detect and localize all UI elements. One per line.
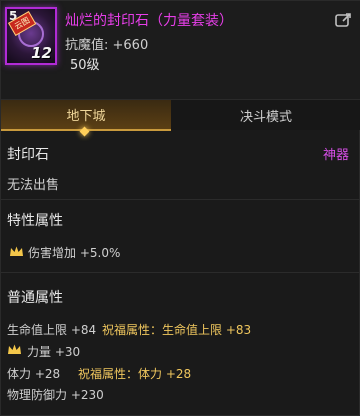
normal-attribute-line: 物理防御力 +230 <box>7 388 104 402</box>
normal-attribute-line: 力量 +30 <box>27 345 81 359</box>
item-icon: 5 云图 12 <box>5 7 57 65</box>
item-rarity: 神器 <box>322 148 349 163</box>
item-icon-number: 12 <box>31 44 52 62</box>
special-attributes-title: 特性属性 <box>7 213 63 229</box>
divider <box>1 272 360 273</box>
item-name: 灿烂的封印石（力量套装） <box>65 13 233 29</box>
blessing-attribute-line: 祝福属性：体力 +28 <box>78 367 192 381</box>
item-category: 封印石 <box>7 147 49 163</box>
blessing-attribute-line: 祝福属性：生命值上限 +83 <box>102 323 252 337</box>
normal-attribute-line: 体力 +28 <box>7 367 61 381</box>
normal-attribute-line: 生命值上限 +84 <box>7 323 97 337</box>
share-icon[interactable] <box>334 11 352 29</box>
tab-duel-mode[interactable]: 决斗模式 <box>171 100 360 131</box>
crown-icon <box>8 344 21 354</box>
mode-tabs: 地下城 决斗模式 <box>1 99 360 131</box>
item-main-attribute: 抗魔值: +660 <box>65 38 149 53</box>
normal-attributes-title: 普通属性 <box>7 290 63 306</box>
divider <box>1 199 360 200</box>
trade-status: 无法出售 <box>7 178 60 193</box>
special-attribute-line: 伤害增加 +5.0% <box>28 246 121 260</box>
item-level: 50级 <box>70 58 100 73</box>
tab-dungeon[interactable]: 地下城 <box>1 100 171 131</box>
tooltip-header: 5 云图 12 灿烂的封印石（力量套装） 抗魔值: +660 50级 <box>1 1 360 99</box>
crown-icon <box>10 246 23 256</box>
item-tooltip-panel: 5 云图 12 灿烂的封印石（力量套装） 抗魔值: +660 50级 地下城 决… <box>0 0 360 416</box>
